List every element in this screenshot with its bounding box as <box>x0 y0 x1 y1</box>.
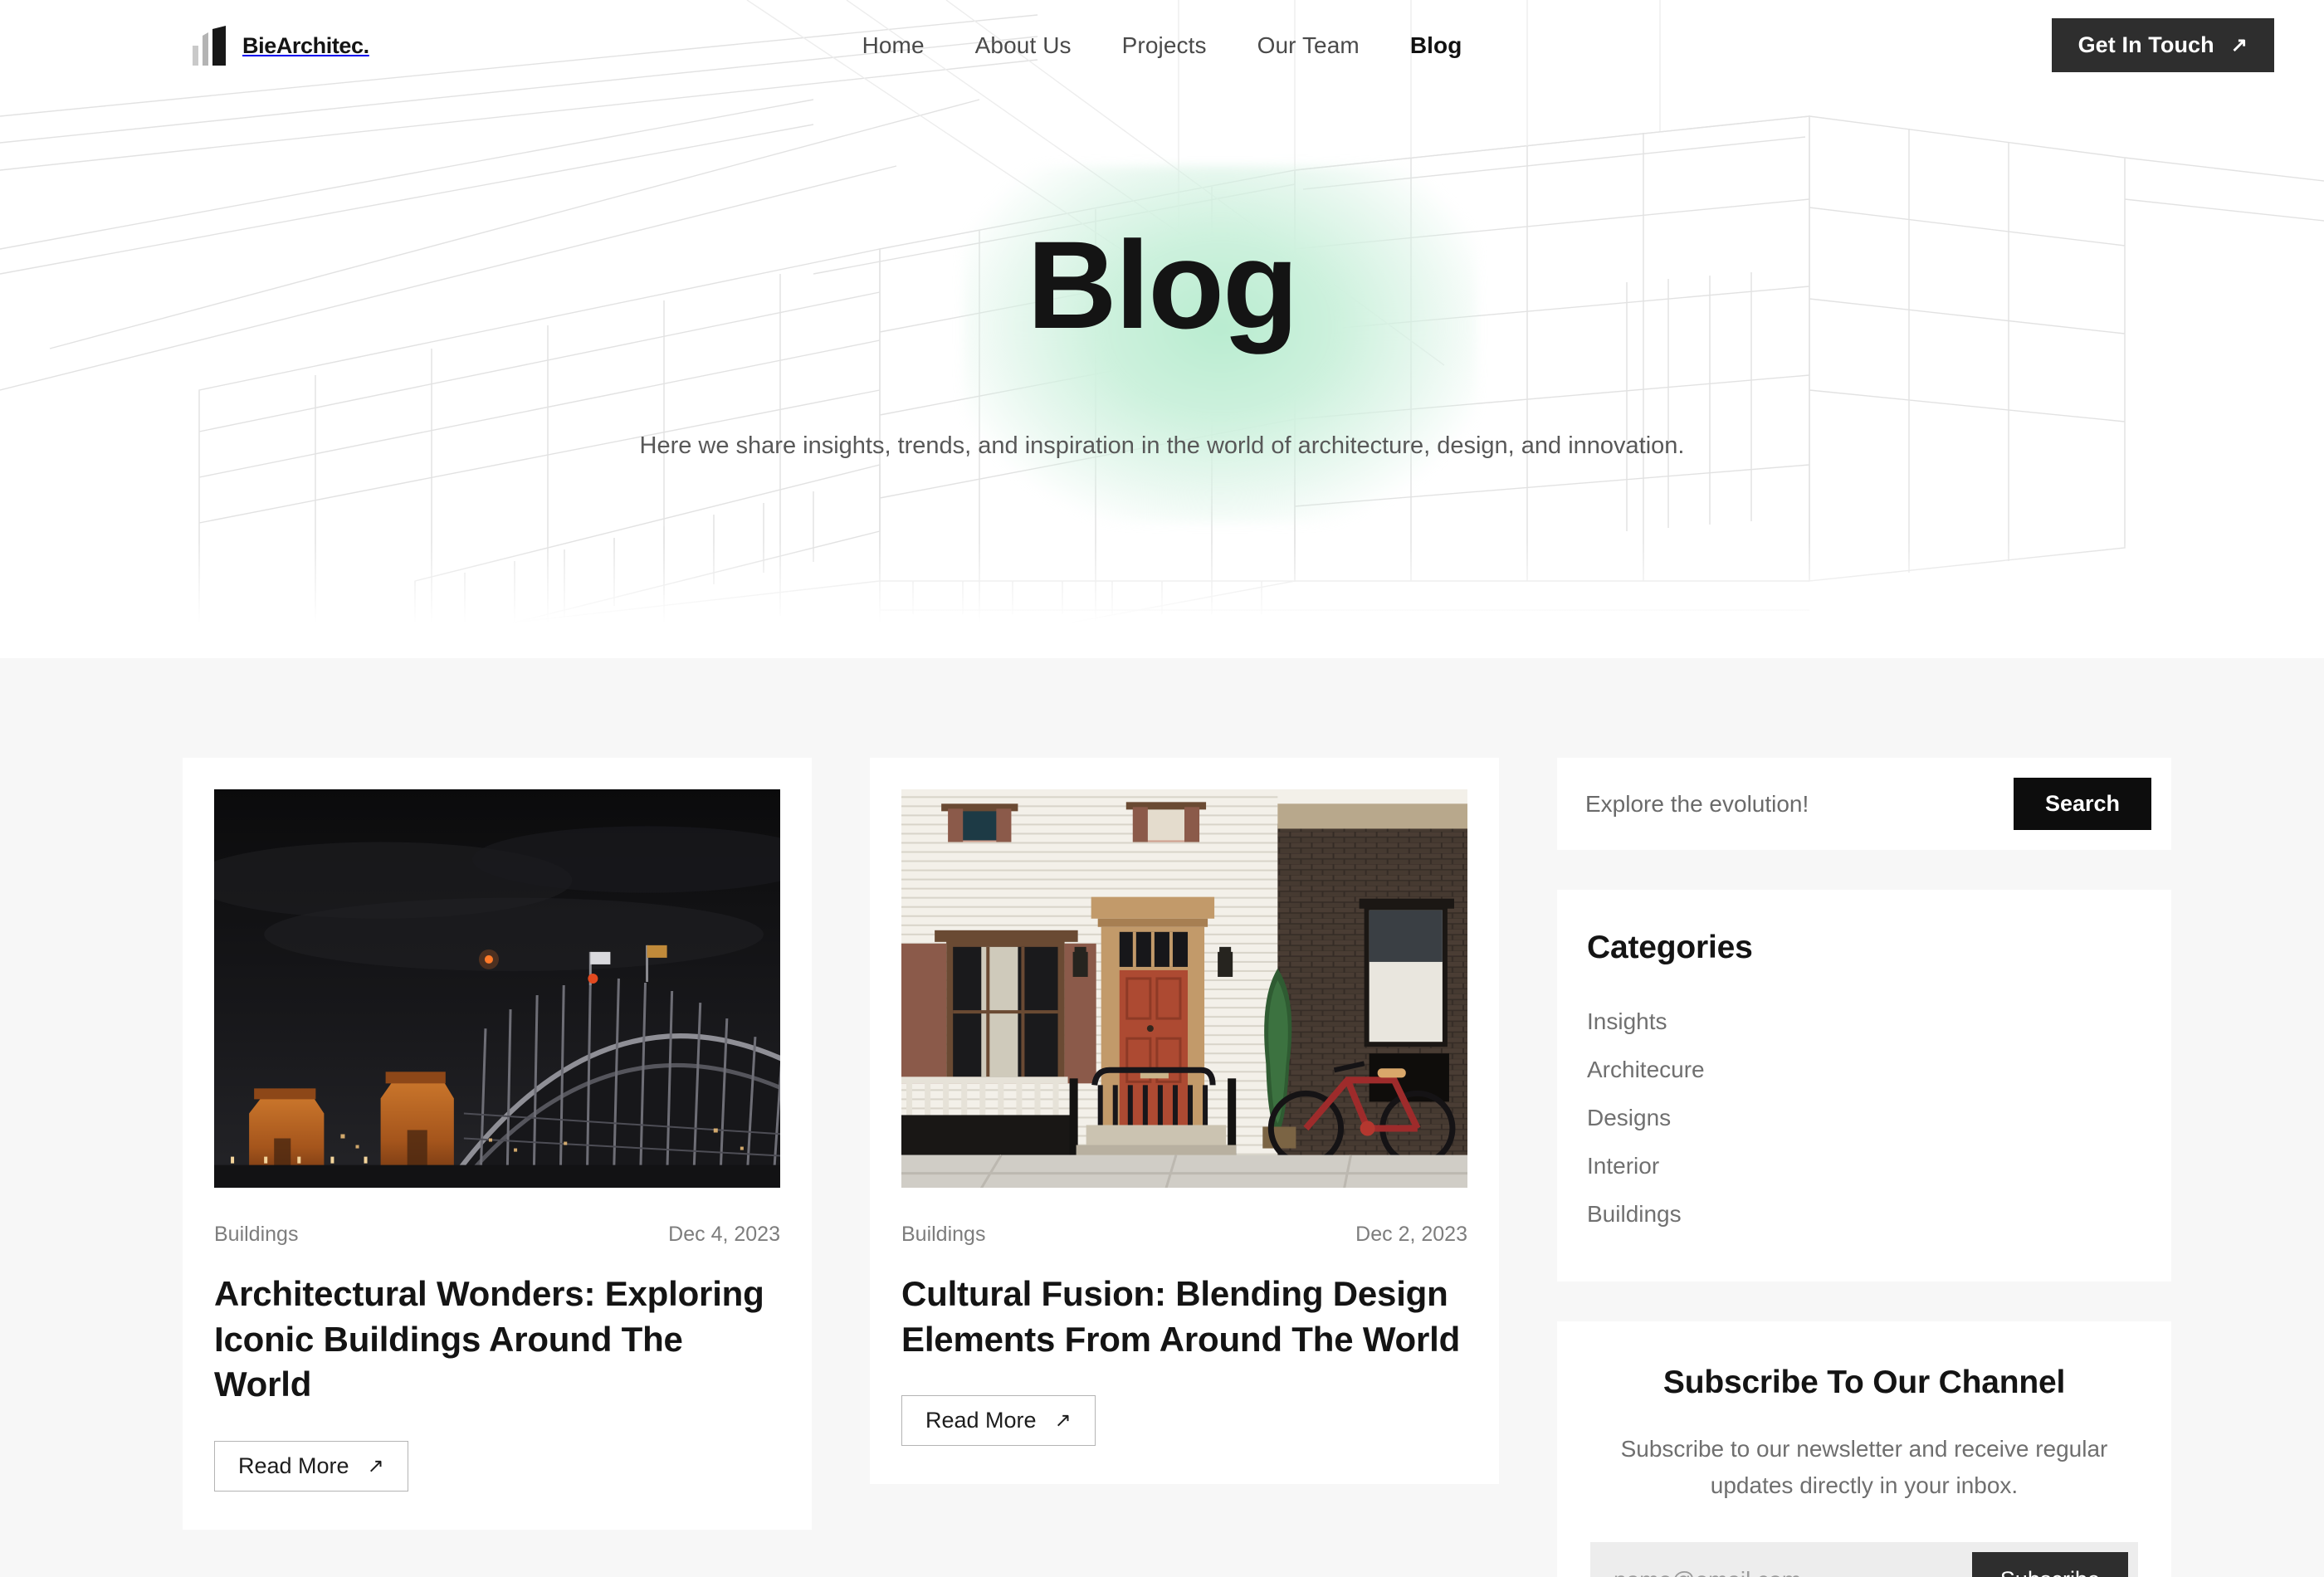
read-more-button[interactable]: Read More ↗ <box>214 1440 408 1492</box>
site-header: BieArchitec. Home About Us Projects Our … <box>0 0 2324 91</box>
category-item-buildings[interactable]: Buildings <box>1587 1190 2141 1238</box>
hero-section: Blog Here we share insights, trends, and… <box>0 0 2324 658</box>
content-grid: Buildings Dec 4, 2023 Architectural Wond… <box>183 758 2171 1577</box>
email-field[interactable] <box>1614 1566 1972 1577</box>
read-more-label: Read More <box>238 1452 349 1478</box>
arrow-up-right-icon: ↗ <box>367 1454 384 1477</box>
category-item-designs[interactable]: Designs <box>1587 1094 2141 1142</box>
post-title: Architectural Wonders: Exploring Iconic … <box>214 1274 764 1404</box>
search-button-label: Search <box>2044 791 2120 816</box>
subscribe-widget: Subscribe To Our Channel Subscribe to ou… <box>1557 1321 2171 1577</box>
post-date: Dec 4, 2023 <box>668 1223 780 1246</box>
list-item: Designs <box>1587 1094 2141 1142</box>
nav-item-blog[interactable]: Blog <box>1410 32 1462 59</box>
read-more-label: Read More <box>925 1408 1037 1433</box>
categories-widget: Categories Insights Architecure Designs … <box>1557 890 2171 1282</box>
post-category: Buildings <box>901 1223 986 1246</box>
post-image-night-bridge <box>214 789 780 1188</box>
subscribe-button-label: Subscribe <box>2000 1567 2100 1577</box>
nav-item-home[interactable]: Home <box>862 32 925 59</box>
list-item: Buildings <box>1587 1190 2141 1238</box>
nav-item-projects[interactable]: Projects <box>1122 32 1207 59</box>
page-title: Blog <box>1027 215 1298 354</box>
post-meta: Buildings Dec 4, 2023 <box>214 1223 780 1247</box>
post-category: Buildings <box>214 1223 299 1246</box>
nav-item-about-us[interactable]: About Us <box>975 32 1072 59</box>
category-item-architecure[interactable]: Architecure <box>1587 1046 2141 1094</box>
category-item-interior[interactable]: Interior <box>1587 1142 2141 1190</box>
list-item: Architecure <box>1587 1046 2141 1094</box>
get-in-touch-label: Get In Touch <box>2077 32 2214 57</box>
subscribe-form: Subscribe <box>1590 1542 2138 1577</box>
subscribe-button[interactable]: Subscribe <box>1971 1552 2128 1577</box>
arrow-up-right-icon: ↗ <box>2230 33 2248 56</box>
subscribe-title: Subscribe To Our Channel <box>1662 1365 2066 1400</box>
post-title: Cultural Fusion: Blending Design Element… <box>901 1274 1461 1359</box>
get-in-touch-button[interactable]: Get In Touch ↗ <box>2051 18 2274 72</box>
post-date: Dec 2, 2023 <box>1355 1223 1467 1246</box>
building-bars-logo-icon <box>193 26 226 66</box>
categories-title: Categories <box>1587 930 1753 965</box>
search-widget: Search <box>1557 758 2171 850</box>
subscribe-description: Subscribe to our newsletter and receive … <box>1620 1436 2108 1499</box>
search-button[interactable]: Search <box>2013 778 2151 830</box>
main-content: Buildings Dec 4, 2023 Architectural Wond… <box>0 658 2324 1577</box>
post-image-townhouse <box>901 789 1467 1188</box>
list-item: Interior <box>1587 1142 2141 1190</box>
brand-name: BieArchitec. <box>242 32 369 58</box>
read-more-button[interactable]: Read More ↗ <box>901 1395 1096 1447</box>
blog-sidebar: Search Categories Insights Architecure D… <box>1557 758 2171 1577</box>
blog-post-card[interactable]: Buildings Dec 2, 2023 Cultural Fusion: B… <box>870 758 1499 1485</box>
categories-list: Insights Architecure Designs Interior Bu… <box>1587 998 2141 1238</box>
post-meta: Buildings Dec 2, 2023 <box>901 1223 1467 1247</box>
blog-post-card[interactable]: Buildings Dec 4, 2023 Architectural Wond… <box>183 758 812 1530</box>
category-item-insights[interactable]: Insights <box>1587 998 2141 1046</box>
search-input[interactable] <box>1585 790 2014 818</box>
brand-logo[interactable]: BieArchitec. <box>193 26 369 66</box>
nav-item-our-team[interactable]: Our Team <box>1257 32 1360 59</box>
page-subtitle: Here we share insights, trends, and insp… <box>639 432 1685 459</box>
arrow-up-right-icon: ↗ <box>1054 1409 1072 1433</box>
list-item: Insights <box>1587 998 2141 1046</box>
